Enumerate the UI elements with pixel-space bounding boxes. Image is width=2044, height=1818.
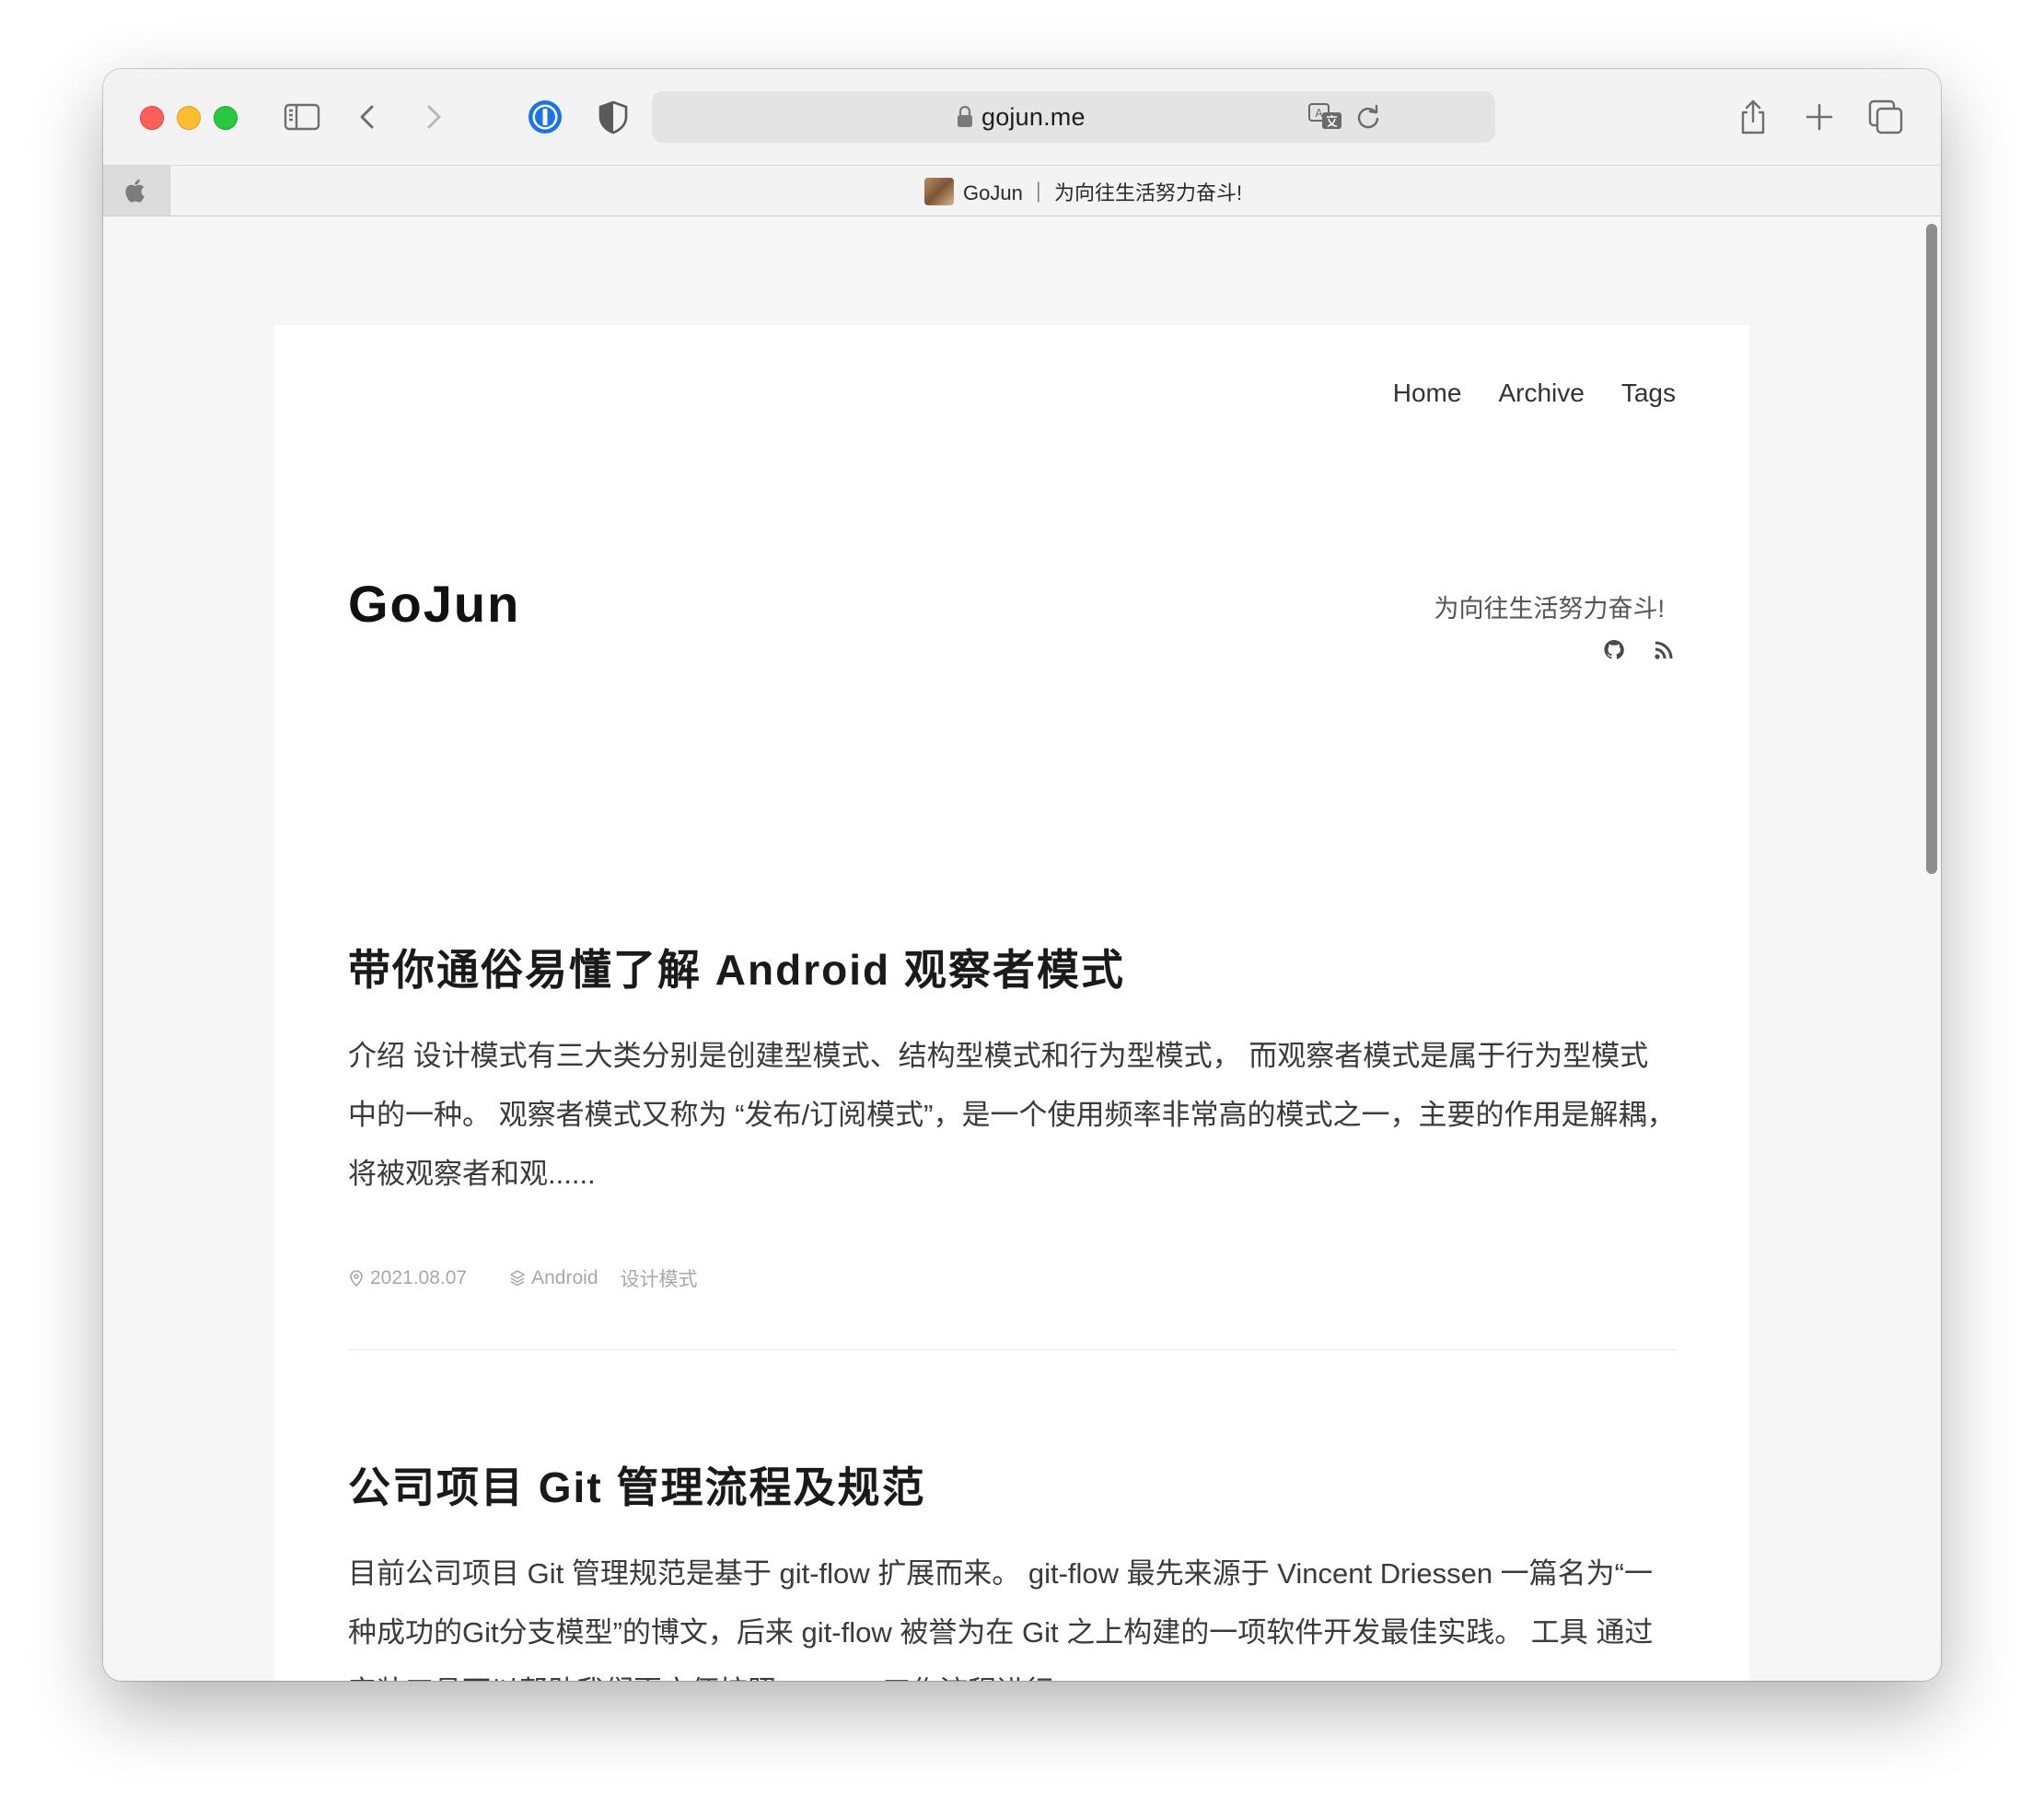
- active-tab[interactable]: GoJun ｜ 为向往生活努力奋斗!: [170, 166, 1941, 216]
- post-excerpt: 目前公司项目 Git 管理规范是基于 git-flow 扩展而来。 git-fl…: [348, 1557, 1654, 1681]
- github-icon[interactable]: [1602, 638, 1626, 662]
- rss-icon[interactable]: [1652, 638, 1676, 662]
- back-icon[interactable]: [348, 97, 389, 137]
- sidebar-toggle-icon[interactable]: [282, 97, 322, 137]
- category-link[interactable]: 设计模式: [621, 1264, 698, 1292]
- site-tagline: 为向往生活努力奋斗!: [1434, 595, 1665, 623]
- content-card: Home Archive Tags GoJun 为向往生活努力奋斗! 带你通俗易…: [274, 325, 1749, 1681]
- page-viewport[interactable]: Home Archive Tags GoJun 为向往生活努力奋斗! 带你通俗易…: [103, 216, 1941, 1681]
- nav-home-link[interactable]: Home: [1393, 379, 1462, 408]
- close-window-button[interactable]: [140, 106, 164, 130]
- post-excerpt: 介绍 设计模式有三大类分别是创建型模式、结构型模式和行为型模式， 而观察者模式是…: [348, 1040, 1676, 1190]
- layers-icon: [510, 1270, 525, 1287]
- lock-icon: [958, 105, 972, 127]
- pinned-tab-apple[interactable]: [103, 166, 170, 216]
- share-icon[interactable]: [1733, 97, 1773, 137]
- tab-overview-icon[interactable]: [1865, 97, 1906, 137]
- main-nav: Home Archive Tags: [1393, 379, 1676, 408]
- vertical-scrollbar[interactable]: [1926, 224, 1937, 874]
- site-favicon: [924, 178, 954, 205]
- reload-icon[interactable]: [1355, 104, 1381, 130]
- address-bar[interactable]: gojun.me A: [652, 91, 1495, 143]
- post-item: 带你通俗易懂了解 Android 观察者模式 介绍 设计模式有三大类分别是创建型…: [348, 937, 1676, 1292]
- post-title[interactable]: 带你通俗易懂了解 Android 观察者模式: [348, 937, 1676, 997]
- social-links: [1602, 638, 1676, 662]
- post-divider: [348, 1349, 1676, 1350]
- location-pin-icon: [350, 1270, 363, 1288]
- zoom-window-button[interactable]: [214, 106, 238, 130]
- site-title[interactable]: GoJun: [348, 574, 520, 634]
- browser-toolbar: gojun.me A: [103, 69, 1941, 165]
- post-item: 公司项目 Git 管理流程及规范 目前公司项目 Git 管理规范是基于 git-…: [348, 1454, 1676, 1681]
- category-link[interactable]: Android: [531, 1267, 598, 1289]
- post-date-text: 2021.08.07: [370, 1267, 468, 1288]
- post-meta: 2021.08.07 Android 设计模式: [348, 1264, 1676, 1292]
- tab-title: GoJun ｜ 为向往生活努力奋斗!: [963, 181, 1243, 204]
- nav-tags-link[interactable]: Tags: [1621, 379, 1676, 408]
- nav-archive-link[interactable]: Archive: [1498, 379, 1584, 408]
- post-title[interactable]: 公司项目 Git 管理流程及规范: [348, 1454, 1676, 1515]
- post-categories: Android 设计模式: [509, 1264, 698, 1292]
- apple-icon: [125, 179, 145, 203]
- password-manager-icon[interactable]: [525, 97, 565, 137]
- url-text: gojun.me: [981, 103, 1086, 131]
- privacy-shield-icon[interactable]: [593, 97, 633, 137]
- post-date: 2021.08.07: [348, 1267, 467, 1289]
- forward-icon[interactable]: [412, 97, 453, 137]
- new-tab-icon[interactable]: [1799, 97, 1840, 137]
- minimize-window-button[interactable]: [177, 106, 201, 130]
- translate-icon[interactable]: A: [1307, 101, 1344, 133]
- tab-bar: GoJun ｜ 为向往生活努力奋斗!: [103, 165, 1941, 216]
- browser-window: gojun.me A GoJun ｜ 为向往生活努力奋斗! Home Archi…: [103, 69, 1941, 1681]
